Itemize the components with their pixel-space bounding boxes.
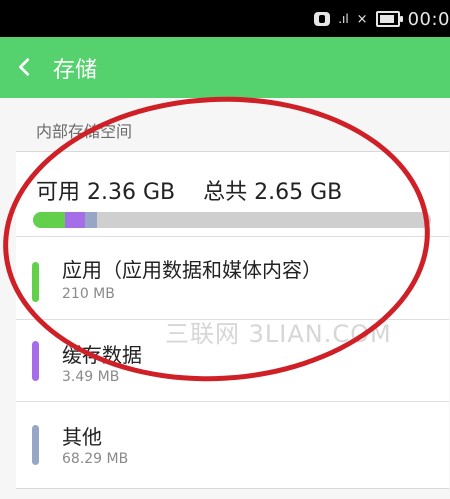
list-item-apps[interactable]: 应用（应用数据和媒体内容） 210 MB: [16, 236, 449, 316]
available-space: 可用 2.36 GB: [36, 180, 176, 205]
item-size: 210 MB: [62, 286, 115, 302]
item-title: 其他: [62, 425, 102, 449]
usage-segment-cache: [65, 212, 85, 228]
item-size: 3.49 MB: [62, 369, 120, 385]
no-signal-icon: ×: [356, 11, 368, 27]
cache-color-indicator: [32, 341, 39, 381]
chevron-left-icon: [19, 58, 30, 76]
storage-summary: 可用 2.36 GB 总共 2.65 GB: [36, 174, 342, 206]
clock: 00:0: [407, 8, 450, 30]
status-bar: .ıl × 00:0: [0, 0, 450, 37]
notification-icon: [314, 12, 331, 26]
watermark: 三联网 3LIAN.COM: [165, 320, 392, 348]
back-button[interactable]: [10, 49, 40, 85]
list-item-other[interactable]: 其他 68.29 MB: [16, 401, 449, 481]
usage-segment-other: [85, 212, 97, 228]
total-space: 总共 2.65 GB: [203, 180, 343, 205]
section-label: 内部存储空间: [36, 122, 133, 141]
apps-color-indicator: [32, 262, 39, 302]
other-color-indicator: [32, 425, 39, 465]
signal-icon: .ıl: [338, 12, 349, 26]
storage-usage-bar: [33, 212, 431, 228]
item-title: 缓存数据: [62, 343, 142, 367]
item-size: 68.29 MB: [62, 451, 129, 467]
page-title: 存储: [53, 58, 98, 83]
battery-icon: [375, 11, 403, 27]
usage-segment-apps: [33, 212, 65, 228]
app-bar: 存储: [0, 37, 450, 98]
status-icons: .ıl × 00:0: [314, 8, 450, 30]
item-title: 应用（应用数据和媒体内容）: [62, 258, 322, 282]
